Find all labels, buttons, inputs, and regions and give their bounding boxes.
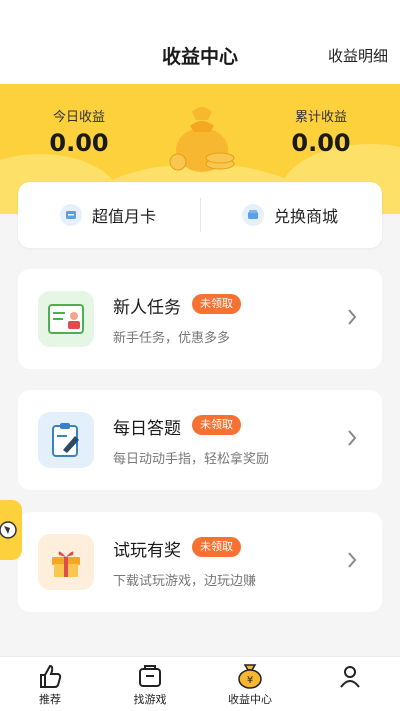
money-bag-icon: ¥ — [238, 664, 262, 689]
task-title: 试玩有奖 — [113, 541, 181, 561]
user-icon — [340, 666, 360, 688]
status-badge: 未领取 — [192, 537, 241, 557]
exchange-shop-label: 兑换商城 — [274, 207, 339, 226]
task-card-trial-play[interactable]: 试玩有奖 未领取 下载试玩游戏，边玩边赚 — [18, 512, 382, 612]
total-income-label: 累计收益 — [294, 110, 347, 125]
nav-label: 推荐 — [39, 693, 61, 706]
task-card-daily-quiz[interactable]: 每日答题 未领取 每日动动手指，轻松拿奖励 — [18, 390, 382, 490]
status-badge: 未领取 — [192, 294, 241, 314]
today-income: 今日收益 0.00 — [24, 106, 134, 157]
today-income-label: 今日收益 — [52, 110, 105, 125]
nav-find-games[interactable]: 找游戏 — [110, 661, 190, 707]
status-badge: 未领取 — [192, 415, 241, 435]
top-bar: 收益中心 收益明细 — [0, 0, 400, 84]
task-description: 下载试玩游戏，边玩边赚 — [113, 574, 257, 589]
task-title: 新人任务 — [113, 298, 181, 318]
total-income: 累计收益 0.00 — [266, 106, 376, 157]
quick-actions-card: 超值月卡 兑换商城 — [18, 182, 382, 248]
task-card-newbie[interactable]: 新人任务 未领取 新手任务，优惠多多 — [18, 269, 382, 369]
bottom-navigation: 推荐 找游戏 ¥ 收益中心 — [0, 656, 400, 711]
thumbs-up-icon — [40, 664, 62, 688]
task-description: 新手任务，优惠多多 — [113, 331, 231, 346]
money-bag-icon — [169, 107, 235, 172]
clipboard-icon — [38, 412, 94, 468]
chevron-right-icon — [348, 552, 357, 568]
nav-label: 找游戏 — [133, 693, 167, 706]
floating-side-tab[interactable] — [0, 500, 22, 560]
nav-income-center[interactable]: ¥ 收益中心 — [210, 661, 290, 707]
exchange-shop-button[interactable]: 兑换商城 — [242, 182, 338, 248]
shop-icon — [242, 204, 264, 226]
nav-recommend[interactable]: 推荐 — [10, 661, 90, 707]
month-card-button[interactable]: 超值月卡 — [60, 182, 156, 248]
task-title: 每日答题 — [113, 419, 181, 439]
ball-icon — [0, 521, 17, 539]
gift-icon — [38, 534, 94, 590]
nav-label: 收益中心 — [228, 693, 272, 706]
id-card-icon — [38, 291, 94, 347]
income-detail-link[interactable]: 收益明细 — [328, 45, 388, 66]
task-description: 每日动动手指，轻松拿奖励 — [113, 452, 270, 467]
today-income-value: 0.00 — [49, 129, 109, 157]
svg-text:¥: ¥ — [247, 675, 253, 686]
month-card-label: 超值月卡 — [92, 207, 157, 226]
card-icon — [60, 204, 82, 226]
chevron-right-icon — [348, 430, 357, 446]
total-income-value: 0.00 — [291, 129, 351, 157]
game-box-icon — [139, 665, 161, 687]
chevron-right-icon — [348, 309, 357, 325]
nav-mine[interactable] — [310, 661, 390, 691]
divider — [200, 198, 201, 232]
